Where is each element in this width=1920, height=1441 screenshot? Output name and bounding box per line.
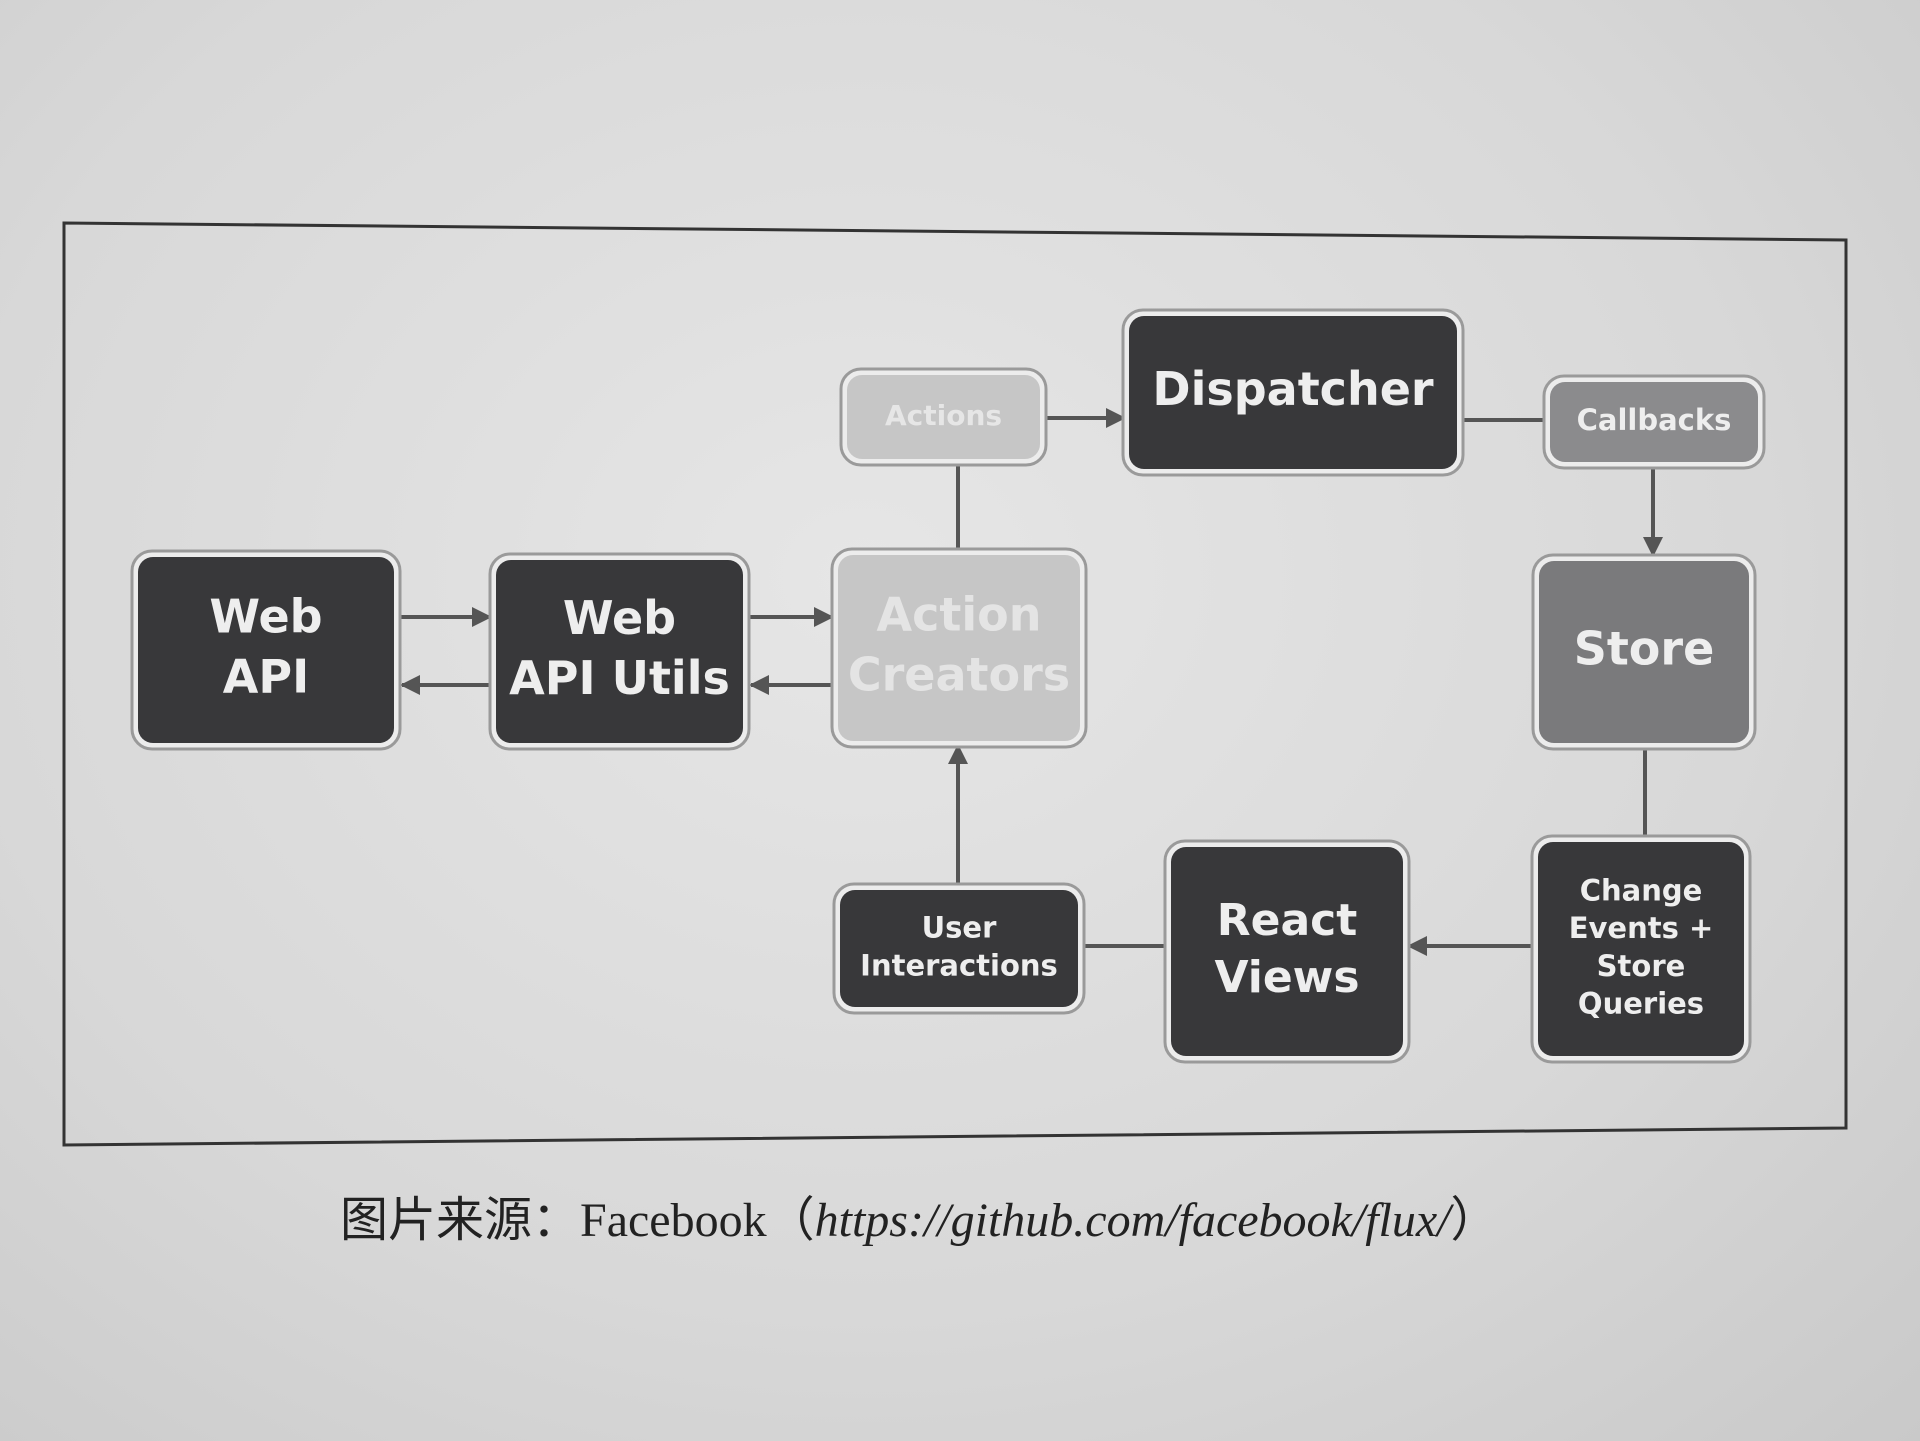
figure-caption: 图片来源：Facebook（https://github.com/faceboo… (340, 1180, 1499, 1250)
node-web-api: WebAPI (130, 549, 402, 751)
node-label: Creators (848, 647, 1070, 701)
node-label: Actions (885, 399, 1002, 432)
node-action-creators: ActionCreators (830, 547, 1088, 749)
node-change-events: Change Events + Store Queries (1530, 834, 1752, 1064)
node-user-interactions: UserInteractions (832, 882, 1086, 1015)
node-label: Callbacks (1577, 403, 1732, 437)
node-store: Store (1531, 553, 1757, 751)
node-label: Web (563, 591, 676, 645)
node-label: Queries (1578, 987, 1704, 1021)
node-label: Dispatcher (1152, 362, 1434, 416)
node-label: Store (1574, 622, 1715, 676)
node-label: API (223, 649, 309, 703)
node-callbacks: Callbacks (1542, 374, 1766, 470)
node-label: Change (1580, 873, 1703, 907)
node-label: Web (209, 590, 322, 644)
node-web-api-utils: Web API Utils (488, 552, 751, 751)
node-label: React (1217, 895, 1358, 946)
node-actions: Actions (839, 367, 1048, 467)
node-label: Store (1597, 949, 1686, 983)
node-label: User (922, 911, 997, 945)
node-dispatcher: Dispatcher (1121, 308, 1465, 477)
node-label: API Utils (509, 651, 730, 705)
caption-source: 图片来源：Facebook（ (340, 1194, 815, 1247)
node-label: Views (1214, 952, 1359, 1003)
node-react-views: React Views (1163, 839, 1411, 1064)
node-label: Interactions (860, 948, 1058, 982)
node-label: Action (877, 588, 1042, 642)
caption-close: ） (1450, 1194, 1499, 1247)
book-page: Web API Web API Utils Action Creators Actions D… (0, 0, 1920, 1441)
node-label: Events + (1569, 911, 1714, 945)
caption-url: https://github.com/facebook/flux/ (814, 1194, 1451, 1247)
